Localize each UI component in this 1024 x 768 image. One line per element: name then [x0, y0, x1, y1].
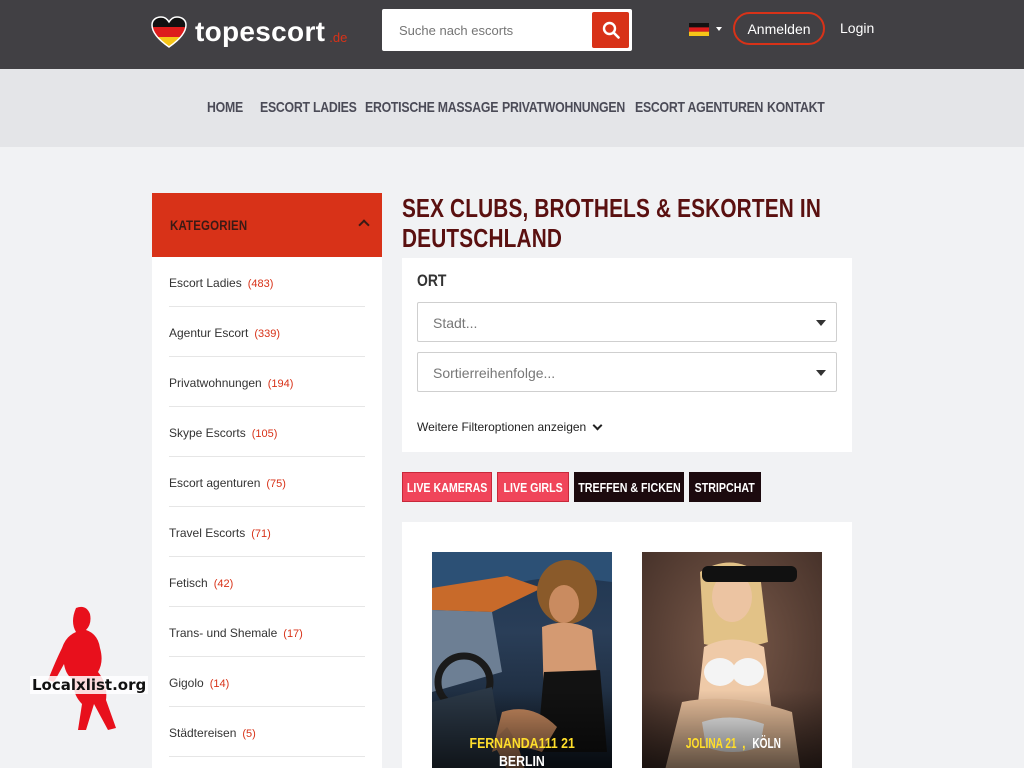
more-filters-toggle[interactable]: Weitere Filteroptionen anzeigen: [417, 420, 603, 434]
profile-name: JOLINA 21, KÖLN: [685, 735, 781, 752]
profile-card[interactable]: JOLINA 21, KÖLN: [642, 552, 822, 768]
register-button[interactable]: Anmelden: [733, 12, 825, 45]
category-skype-escorts[interactable]: Skype Escorts (105): [169, 407, 365, 457]
category-count: (194): [267, 378, 294, 390]
location-label: ORT: [417, 271, 447, 290]
profile-name-text: JOLINA 21: [685, 735, 737, 752]
search-icon: [602, 21, 620, 39]
page-title: SEX CLUBS, BROTHELS & ESKORTEN IN DEUTSC…: [402, 193, 822, 253]
categories-header[interactable]: KATEGORIEN: [152, 193, 382, 257]
more-filters-label: Weitere Filteroptionen anzeigen: [417, 420, 587, 434]
language-caret-icon[interactable]: [716, 27, 722, 31]
logo-tld: .de: [329, 29, 348, 45]
category-label: Escort Ladies: [169, 276, 242, 290]
category-privatwohnungen[interactable]: Privatwohnungen (194): [169, 357, 365, 407]
category-count: (339): [254, 328, 281, 340]
nav-kontakt[interactable]: KONTAKT: [767, 99, 825, 119]
tag-label: TREFFEN & FICKEN: [577, 479, 681, 495]
search-box: [382, 9, 632, 51]
search-input[interactable]: [382, 10, 588, 50]
logo-heart-flag-icon: [151, 16, 187, 48]
categories-title: KATEGORIEN: [170, 217, 248, 233]
nav-escort-ladies[interactable]: ESCORT LADIES: [260, 99, 357, 119]
tag-label: LIVE KAMERAS: [406, 479, 488, 495]
caret-down-icon: [816, 370, 826, 376]
category-label: Skype Escorts: [169, 426, 246, 440]
category-label: Privatwohnungen: [169, 376, 262, 390]
city-select[interactable]: Stadt...: [417, 302, 837, 342]
search-button[interactable]: [592, 12, 629, 48]
sort-select-value: Sortierreihenfolge...: [433, 365, 556, 381]
chevron-up-icon[interactable]: [358, 219, 370, 231]
category-count: (483): [247, 278, 274, 290]
filter-panel: ORT Stadt... Sortierreihenfolge... Weite…: [402, 258, 852, 452]
watermark-text: Localxlist.org: [30, 676, 149, 694]
tag-label: STRIPCHAT: [694, 479, 756, 495]
category-agentur-escort[interactable]: Agentur Escort (339): [169, 307, 365, 357]
profile-card[interactable]: FERNANDA111 21 BERLIN: [432, 552, 612, 768]
tag-stripchat[interactable]: STRIPCHAT: [689, 472, 761, 502]
city-select-value: Stadt...: [433, 315, 478, 331]
category-escort-ladies[interactable]: Escort Ladies (483): [169, 257, 365, 307]
tag-live-girls[interactable]: LIVE GIRLS: [497, 472, 569, 502]
language-flag-icon[interactable]: [689, 23, 709, 36]
logo-text: topescort: [195, 16, 326, 47]
watermark-silhouette: [48, 606, 116, 730]
category-count: (75): [266, 478, 286, 490]
category-count: (71): [251, 528, 271, 540]
category-label: Escort agenturen: [169, 476, 261, 490]
category-travel-escorts[interactable]: Travel Escorts (71): [169, 507, 365, 557]
profile-name: FERNANDA111 21: [469, 735, 575, 752]
nav-escort-agenturen[interactable]: ESCORT AGENTUREN: [635, 99, 763, 119]
caret-down-icon: [816, 320, 826, 326]
category-escort-agenturen[interactable]: Escort agenturen (75): [169, 457, 365, 507]
category-count: (5): [242, 728, 256, 740]
profile-city: KÖLN: [752, 735, 781, 752]
tag-live-kameras[interactable]: LIVE KAMERAS: [402, 472, 492, 502]
category-label: Fetisch: [169, 576, 208, 590]
category-fetisch[interactable]: Fetisch (42): [169, 557, 365, 607]
login-link[interactable]: Login: [840, 20, 874, 36]
category-label: Agentur Escort: [169, 326, 249, 340]
category-label: Trans- und Shemale: [169, 626, 278, 640]
tag-treffen-ficken[interactable]: TREFFEN & FICKEN: [574, 472, 684, 502]
category-staedtereisen[interactable]: Städtereisen (5): [169, 707, 365, 757]
category-count: (105): [251, 428, 278, 440]
sort-select[interactable]: Sortierreihenfolge...: [417, 352, 837, 392]
category-label: Städtereisen: [169, 726, 237, 740]
categories-list: Escort Ladies (483) Agentur Escort (339) P…: [152, 257, 382, 768]
tag-label: LIVE GIRLS: [503, 479, 563, 495]
nav-privatwohnungen[interactable]: PRIVATWOHNUNGEN: [502, 99, 625, 119]
category-count: (17): [283, 628, 303, 640]
profile-city: BERLIN: [499, 753, 545, 768]
category-gigolo[interactable]: Gigolo (14): [169, 657, 365, 707]
category-count: (14): [209, 678, 230, 690]
category-trans-shemale[interactable]: Trans- und Shemale (17): [169, 607, 365, 657]
chevron-down-icon: [592, 420, 603, 430]
nav-erotische-massage[interactable]: EROTISCHE MASSAGE: [365, 99, 498, 119]
nav-home[interactable]: HOME: [207, 99, 243, 119]
category-label: Gigolo: [169, 676, 204, 690]
category-count: (42): [213, 578, 234, 590]
site-logo[interactable]: topescort .de: [151, 16, 347, 48]
category-label: Travel Escorts: [169, 526, 246, 540]
